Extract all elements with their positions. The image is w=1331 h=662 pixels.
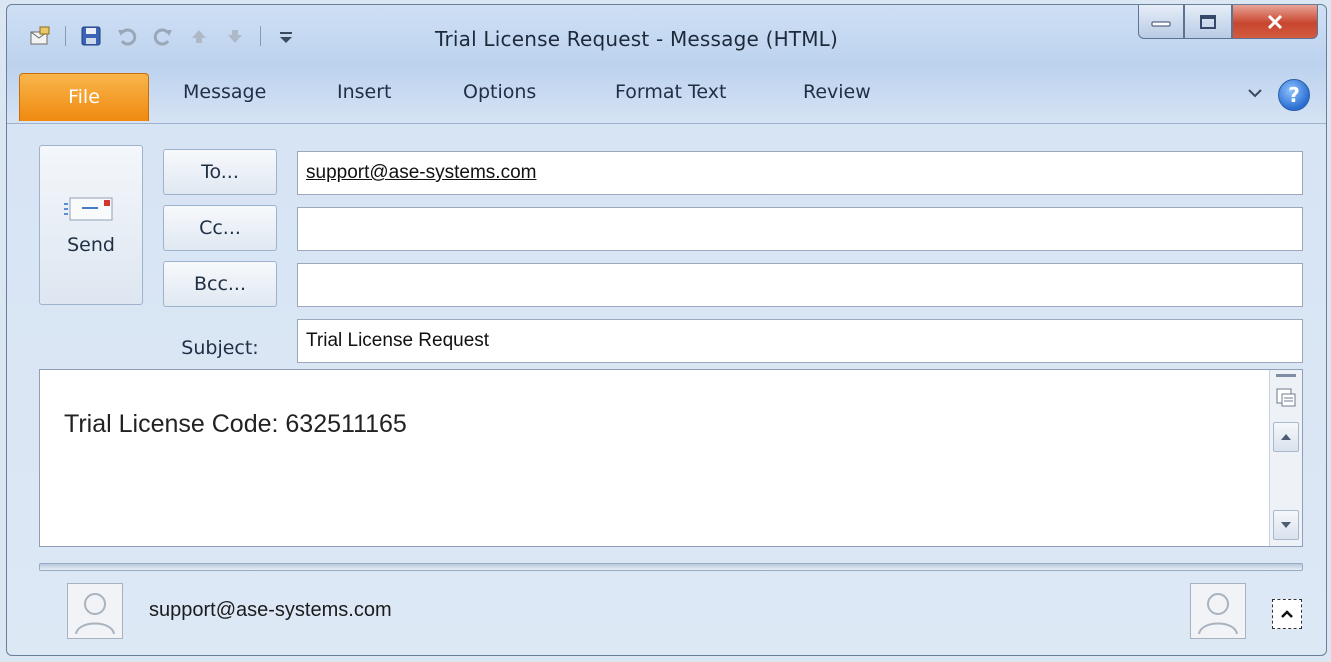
ribbon-divider [7, 123, 1326, 124]
subject-label: Subject: [181, 337, 259, 359]
people-pane: support@ase-systems.com [7, 571, 1326, 655]
view-ruler-icon[interactable] [1275, 386, 1297, 412]
expand-ribbon-icon[interactable] [1246, 86, 1264, 105]
person-icon [1198, 593, 1238, 635]
person-icon [75, 593, 115, 635]
window-controls [1138, 5, 1318, 39]
contact-avatar[interactable] [67, 583, 123, 639]
tab-file[interactable]: File [19, 73, 149, 121]
close-icon [1267, 14, 1283, 29]
restore-button[interactable] [1184, 5, 1232, 39]
down-arrow-icon[interactable] [224, 25, 246, 47]
scroll-down-button[interactable] [1273, 510, 1299, 540]
toolbar-separator [260, 26, 261, 46]
tab-format-text[interactable]: Format Text [615, 81, 726, 103]
tab-insert[interactable]: Insert [337, 81, 392, 103]
customize-dropdown-icon[interactable] [275, 25, 297, 47]
message-window: Trial License Request - Message (HTML) F… [6, 4, 1327, 656]
tab-options[interactable]: Options [463, 81, 536, 103]
close-button[interactable] [1232, 5, 1318, 39]
restore-icon [1200, 14, 1216, 29]
minimize-button[interactable] [1138, 5, 1184, 39]
expand-people-pane-button[interactable] [1272, 599, 1302, 629]
send-icon [64, 197, 113, 221]
scroll-up-icon [1281, 434, 1291, 440]
bcc-field[interactable] [297, 263, 1303, 307]
undo-icon[interactable] [116, 25, 138, 47]
mail-icon[interactable] [29, 25, 51, 47]
ruler-toggle-icon[interactable] [1276, 374, 1296, 377]
cc-field[interactable] [297, 207, 1303, 251]
up-arrow-icon[interactable] [188, 25, 210, 47]
tab-review[interactable]: Review [803, 81, 871, 103]
message-header: Send To... Cc... Bcc... Subject: support… [7, 125, 1326, 369]
title-bar: Trial License Request - Message (HTML) [7, 5, 1326, 65]
save-icon[interactable] [80, 25, 102, 47]
toolbar-separator [65, 26, 66, 46]
redo-icon[interactable] [152, 25, 174, 47]
send-label: Send [67, 234, 115, 256]
message-body[interactable]: Trial License Code: 632511165 [39, 369, 1303, 547]
vertical-scrollbar[interactable] [1269, 370, 1302, 546]
subject-field[interactable]: Trial License Request [297, 319, 1303, 363]
minimize-icon [1151, 21, 1171, 26]
cc-button[interactable]: Cc... [163, 205, 277, 251]
contact-name[interactable]: support@ase-systems.com [149, 599, 392, 622]
chevron-up-icon [1281, 610, 1293, 618]
ribbon-controls: ? [1246, 79, 1310, 111]
scroll-down-icon [1281, 522, 1291, 528]
scroll-up-button[interactable] [1273, 422, 1299, 452]
window-title: Trial License Request - Message (HTML) [435, 27, 839, 51]
body-text: Trial License Code: 632511165 [64, 410, 407, 438]
quick-access-toolbar [29, 25, 297, 47]
sender-avatar[interactable] [1190, 583, 1246, 639]
to-button[interactable]: To... [163, 149, 277, 195]
send-button[interactable]: Send [39, 145, 143, 305]
people-pane-splitter[interactable] [39, 563, 1303, 571]
ribbon-tabs: File Message Insert Options Format Text … [7, 69, 1326, 125]
help-icon[interactable]: ? [1278, 79, 1310, 111]
bcc-button[interactable]: Bcc... [163, 261, 277, 307]
to-field[interactable]: support@ase-systems.com [297, 151, 1303, 195]
tab-message[interactable]: Message [183, 81, 266, 103]
